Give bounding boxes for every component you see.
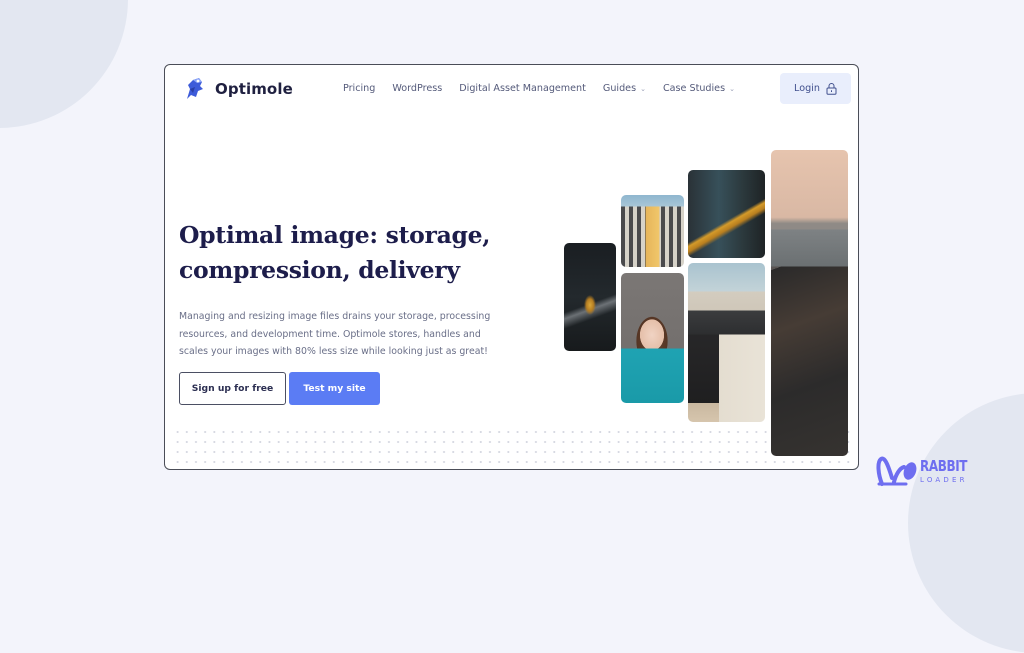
hero-title-line-1: Optimal image: storage, [179, 221, 491, 249]
sign-up-button[interactable]: Sign up for free [179, 372, 286, 405]
brand-logo[interactable]: Optimole [181, 75, 293, 103]
test-my-site-button[interactable]: Test my site [289, 372, 380, 405]
rabbitloader-watermark: RABBIT LOADER [876, 454, 979, 488]
hero-title-line-2: compression, delivery [179, 256, 460, 284]
photo-woman-with-book [621, 273, 684, 403]
hero-description: Managing and resizing image files drains… [179, 311, 491, 357]
nav-item-wordpress[interactable]: WordPress [392, 83, 442, 94]
photo-coastline-aerial [771, 150, 848, 456]
nav-item-digital-asset-management[interactable]: Digital Asset Management [459, 83, 586, 94]
photo-hiker-in-cave [564, 243, 616, 351]
login-label: Login [794, 83, 820, 94]
website-screenshot-frame: Optimole Pricing WordPress Digital Asset… [164, 64, 859, 470]
nav-menu: Pricing WordPress Digital Asset Manageme… [343, 83, 752, 94]
nav-item-label: Guides [602, 83, 637, 94]
nav-item-case-studies[interactable]: Case Studies ⌄ [663, 83, 735, 94]
rabbit-ears-icon [876, 456, 917, 486]
lock-icon [826, 83, 837, 95]
brand-name: Optimole [215, 80, 293, 98]
login-button[interactable]: Login [780, 73, 851, 104]
optimole-mascot-icon [187, 78, 203, 99]
photo-building-facade [621, 195, 684, 267]
nav-item-label: Digital Asset Management [459, 83, 586, 94]
chevron-down-icon: ⌄ [640, 84, 646, 93]
photo-concrete-bridge [688, 263, 765, 422]
nav-item-label: WordPress [392, 83, 443, 94]
watermark-line-1: RABBIT [920, 456, 968, 475]
background-circle-bottom-right [908, 393, 1024, 653]
chevron-down-icon: ⌄ [729, 84, 735, 93]
nav-item-guides[interactable]: Guides ⌄ [603, 83, 646, 94]
hero-title: Optimal image: storage, compression, del… [179, 218, 509, 288]
nav-item-label: Pricing [343, 83, 376, 94]
nav-item-label: Case Studies [662, 83, 726, 94]
background-circle-top-left [0, 0, 128, 128]
watermark-line-2: LOADER [920, 475, 968, 484]
nav-item-pricing[interactable]: Pricing [343, 83, 375, 94]
dot-pattern-decoration [173, 427, 853, 469]
top-navigation: Optimole Pricing WordPress Digital Asset… [165, 65, 858, 115]
photo-subway-train [688, 170, 765, 258]
